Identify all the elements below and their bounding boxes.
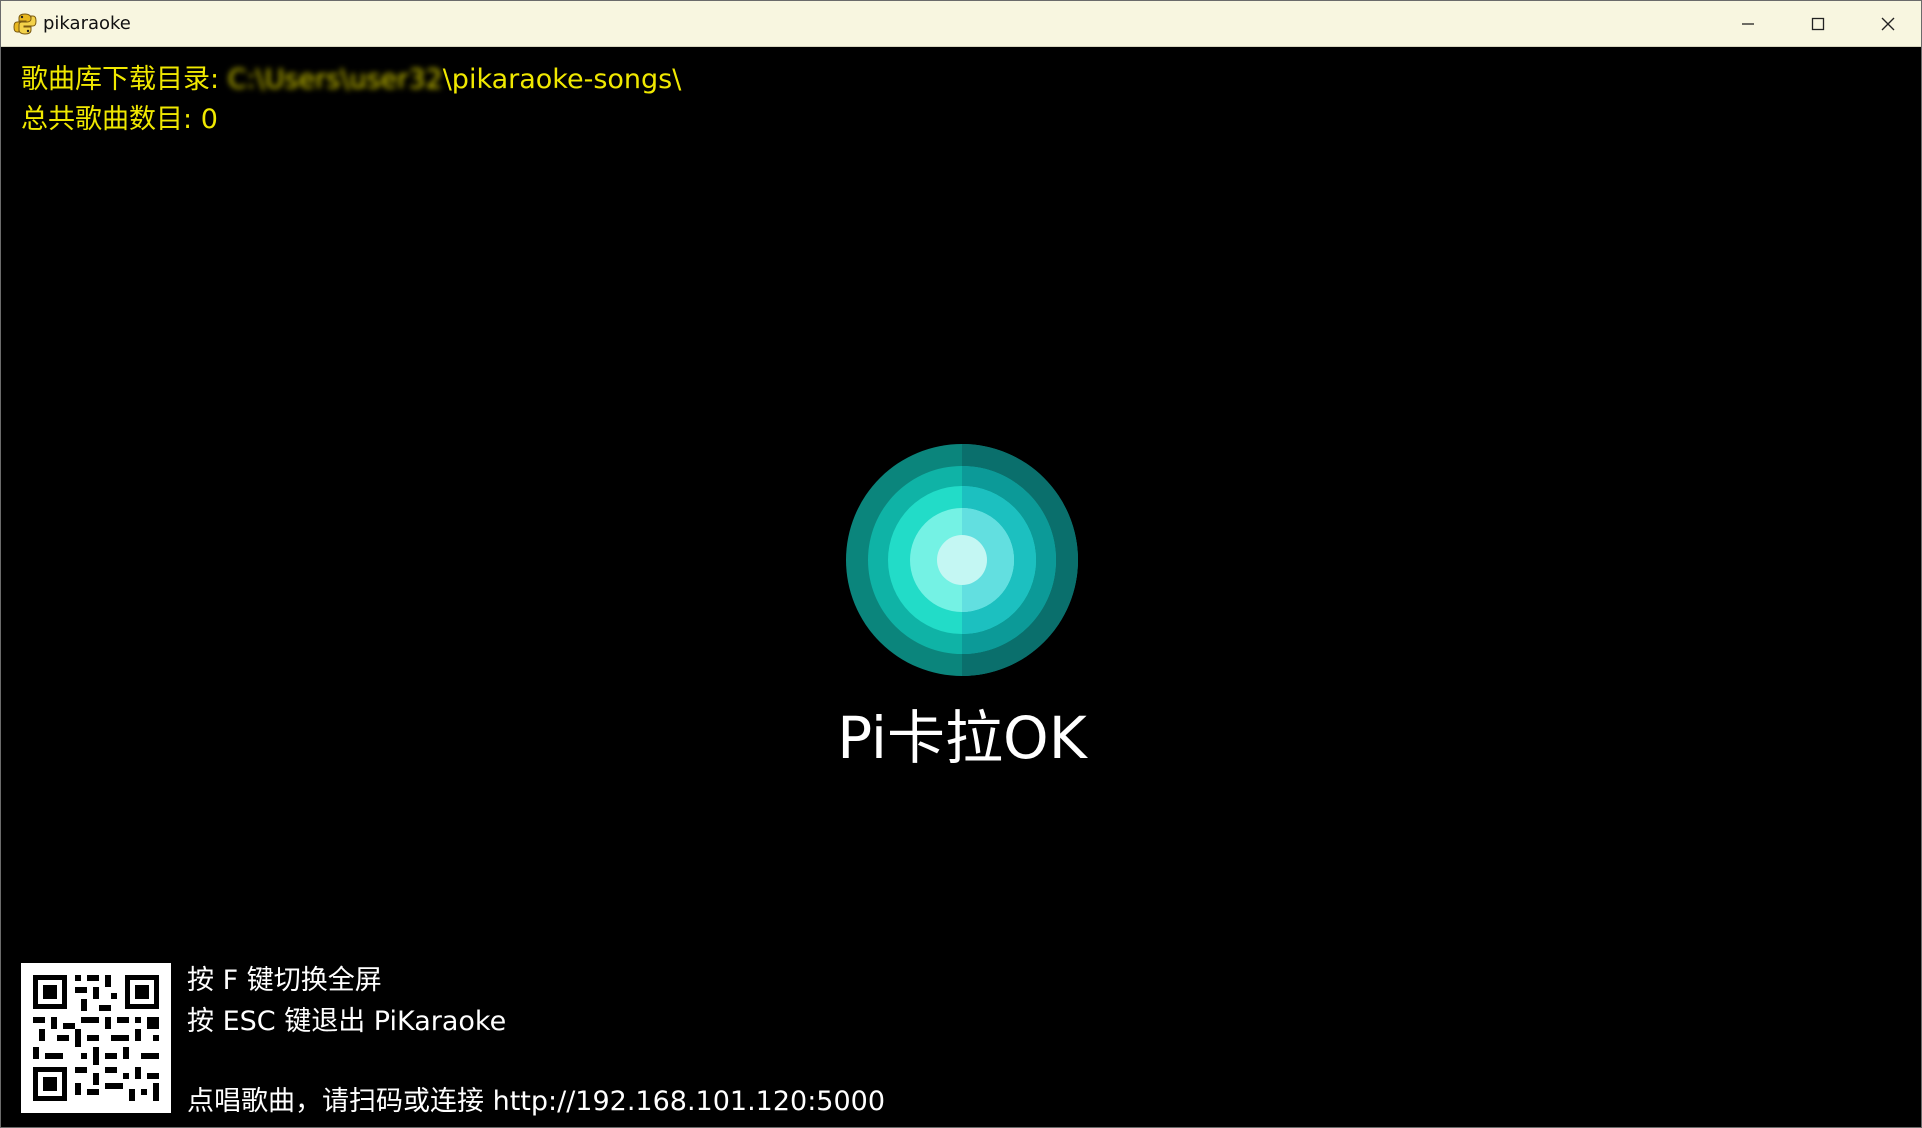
connect-url-link[interactable]: http://192.168.101.120:5000 xyxy=(493,1086,885,1117)
minimize-button[interactable] xyxy=(1713,1,1783,47)
brand-name: Pi卡拉OK xyxy=(837,704,1087,772)
download-directory-redacted: C:\Users\user32 xyxy=(227,64,443,95)
minimize-icon xyxy=(1742,23,1754,25)
download-directory-label: 歌曲库下载目录: xyxy=(21,64,220,95)
qr-code-icon[interactable] xyxy=(21,963,171,1113)
total-songs-label: 总共歌曲数目: xyxy=(21,104,193,135)
connect-hint: 点唱歌曲，请扫码或连接 http://192.168.101.120:5000 xyxy=(187,1085,885,1119)
fullscreen-hint: 按 F 键切换全屏 xyxy=(187,965,382,996)
total-songs-line: 总共歌曲数目: 0 xyxy=(21,103,218,137)
app-window: pikaraoke 歌曲库下载目录: C:\Users\user32\pikar… xyxy=(0,0,1922,1128)
python-snake-icon xyxy=(13,13,37,35)
download-directory-line: 歌曲库下载目录: C:\Users\user32\pikaraoke-songs… xyxy=(21,63,681,97)
maximize-button[interactable] xyxy=(1783,1,1853,47)
title-bar[interactable]: pikaraoke xyxy=(1,1,1921,47)
exit-hint: 按 ESC 键退出 PiKaraoke xyxy=(187,1006,507,1037)
total-songs-count: 0 xyxy=(200,104,218,135)
pikaraoke-logo-icon xyxy=(846,444,1078,676)
karaoke-splash-screen: 歌曲库下载目录: C:\Users\user32\pikaraoke-songs… xyxy=(1,47,1921,1127)
maximize-icon xyxy=(1811,17,1825,31)
close-button[interactable] xyxy=(1853,1,1921,47)
close-icon xyxy=(1881,17,1895,31)
window-title: pikaraoke xyxy=(43,13,131,34)
connect-label: 点唱歌曲，请扫码或连接 xyxy=(187,1086,484,1117)
download-directory-suffix: \pikaraoke-songs\ xyxy=(442,64,682,95)
